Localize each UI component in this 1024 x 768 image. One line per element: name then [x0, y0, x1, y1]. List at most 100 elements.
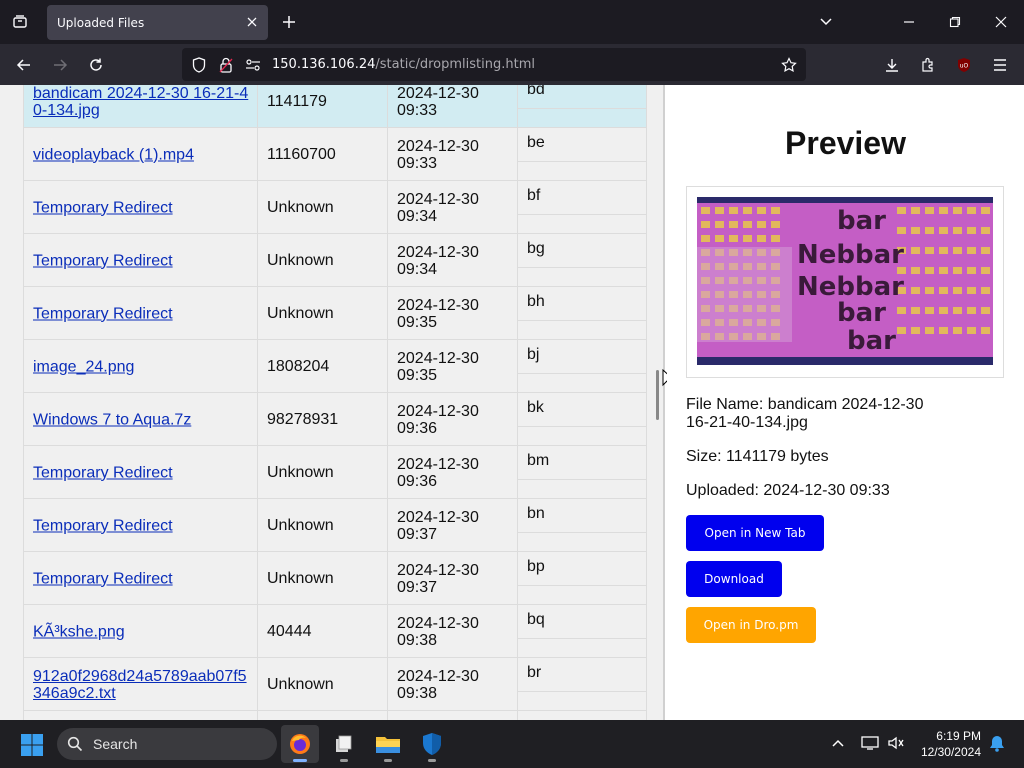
back-icon[interactable] — [11, 52, 37, 78]
table-row[interactable]: KÃ³kshe.png 40444 2024-12-30 09:38 bq — [23, 605, 647, 658]
file-link[interactable]: KÃ³kshe.png — [33, 623, 251, 640]
search-label: Search — [93, 736, 138, 752]
file-size: Unknown — [267, 516, 334, 534]
file-link[interactable]: Temporary Redirect — [33, 199, 251, 216]
file-name-cell: 912a0f2968d24a5789aab07f5346a9c2.txt — [23, 658, 258, 711]
scrollbar-thumb[interactable] — [656, 370, 659, 420]
file-link[interactable]: Temporary Redirect — [33, 252, 251, 269]
file-date: 2024-12-30 09:37 — [397, 561, 479, 596]
file-date: 2024-12-30 09:38 — [397, 614, 479, 649]
taskbar-file-explorer-icon[interactable] — [369, 725, 407, 763]
bookmark-star-icon[interactable] — [780, 56, 798, 74]
volume-muted-icon[interactable] — [885, 732, 907, 754]
shield-icon[interactable] — [190, 56, 208, 74]
windows-start-icon[interactable] — [20, 733, 44, 757]
table-row[interactable]: videoplayback (1).mp4 11160700 2024-12-30 … — [23, 128, 647, 181]
permissions-icon[interactable] — [244, 56, 262, 74]
file-size-cell: 11160700 — [258, 128, 388, 181]
table-row[interactable]: bandicam 2024-12-30 16-21-40-134.jpg 1141… — [23, 85, 647, 128]
running-indicator — [428, 759, 436, 762]
table-row[interactable]: Windows 7 to Aqua.7z 98278931 2024-12-30 0… — [23, 393, 647, 446]
minimize-icon[interactable] — [897, 10, 921, 34]
taskbar-defender-icon[interactable] — [413, 725, 451, 763]
file-date-cell: 2024-12-30 09:36 — [388, 446, 518, 499]
file-link[interactable]: Temporary Redirect — [33, 464, 251, 481]
running-indicator — [384, 759, 392, 762]
file-name-cell: Temporary Redirect — [23, 287, 258, 340]
preview-image[interactable]: bar Nebbar Nebbar bar bar — [697, 197, 993, 365]
file-date: 2024-12-30 09:35 — [397, 349, 479, 384]
taskbar-search-box[interactable]: Search — [57, 728, 277, 760]
table-row[interactable]: image_24.png 1808204 2024-12-30 09:35 bj — [23, 340, 647, 393]
lock-insecure-icon[interactable] — [217, 56, 235, 74]
menu-hamburger-icon[interactable] — [987, 52, 1013, 78]
file-code-cell: bg — [518, 234, 647, 287]
file-code-box: be — [518, 128, 647, 162]
open-dropm-button[interactable]: Open in Dro.pm — [686, 607, 816, 643]
url-bar[interactable]: 150.136.106.24/static/dropmlisting.html — [182, 48, 806, 81]
close-tab-icon[interactable] — [244, 14, 260, 30]
file-link[interactable]: Windows 7 to Aqua.7z — [33, 411, 251, 428]
file-name-cell: image_24.png — [23, 340, 258, 393]
file-code-box: bm — [518, 446, 647, 480]
browser-titlebar: Uploaded Files — [0, 0, 1024, 44]
restore-icon[interactable] — [943, 10, 967, 34]
file-code: be — [527, 134, 545, 151]
table-row[interactable]: Temporary Redirect Unknown 2024-12-30 09:3… — [23, 234, 647, 287]
preview-image-word: Nebbar — [797, 240, 904, 270]
file-code-box: bg — [518, 234, 647, 268]
taskbar-firefox-icon[interactable] — [281, 725, 319, 763]
url-host: 150.136.106.24 — [272, 57, 376, 72]
file-link[interactable]: videoplayback (1).mp4 — [33, 146, 251, 163]
clock-time: 6:19 PM — [936, 729, 981, 743]
tab-list-icon[interactable] — [8, 10, 32, 34]
file-code-cell: be — [518, 128, 647, 181]
file-date: 2024-12-30 09:38 — [397, 667, 479, 702]
preview-size: Size: 1141179 bytes — [686, 448, 829, 465]
file-link[interactable]: Temporary Redirect — [33, 570, 251, 587]
file-size-cell: Unknown — [258, 552, 388, 605]
table-row[interactable]: Temporary Redirect Unknown 2024-12-30 09:3… — [23, 552, 647, 605]
chevron-up-icon[interactable] — [827, 732, 849, 754]
notification-bell-icon[interactable] — [986, 732, 1008, 754]
file-size: 1808204 — [267, 357, 330, 375]
file-link[interactable]: Temporary Redirect — [33, 305, 251, 322]
file-link[interactable]: Temporary Redirect — [33, 517, 251, 534]
reload-icon[interactable] — [83, 52, 109, 78]
file-size: Unknown — [267, 251, 334, 269]
file-code: bh — [527, 293, 545, 310]
close-window-icon[interactable] — [989, 10, 1013, 34]
new-tab-icon[interactable] — [278, 11, 300, 33]
chevron-down-icon[interactable] — [814, 10, 838, 34]
open-new-tab-button[interactable]: Open in New Tab — [686, 515, 824, 551]
table-row[interactable]: Temporary Redirect Unknown 2024-12-30 09:3… — [23, 446, 647, 499]
file-code-cell: br — [518, 658, 647, 711]
table-row[interactable]: Temporary Redirect Unknown 2024-12-30 09:3… — [23, 287, 647, 340]
preview-image-word: bar — [837, 206, 886, 236]
ublock-icon[interactable]: uO — [951, 52, 977, 78]
taskbar-files-icon[interactable] — [325, 725, 363, 763]
file-name-cell: Temporary Redirect — [23, 446, 258, 499]
file-size-cell: Unknown — [258, 446, 388, 499]
preview-image-word: bar — [837, 298, 886, 328]
downloads-icon[interactable] — [879, 52, 905, 78]
network-icon[interactable] — [859, 732, 881, 754]
file-size-cell: 1141179 — [258, 85, 388, 128]
file-link[interactable]: bandicam 2024-12-30 16-21-40-134.jpg — [33, 85, 251, 119]
file-link[interactable]: image_24.png — [33, 358, 251, 375]
forward-icon[interactable] — [47, 52, 73, 78]
file-link[interactable]: 912a0f2968d24a5789aab07f5346a9c2.txt — [33, 668, 251, 702]
table-row[interactable]: Temporary Redirect Unknown 2024-12-30 09:3… — [23, 499, 647, 552]
table-row[interactable]: Temporary Redirect Unknown 2024-12-30 09:3… — [23, 181, 647, 234]
taskbar-clock[interactable]: 6:19 PM 12/30/2024 — [915, 728, 981, 760]
file-code: bk — [527, 399, 544, 416]
table-row[interactable] — [23, 711, 647, 720]
file-code-cell: bh — [518, 287, 647, 340]
file-date-cell: 2024-12-30 09:37 — [388, 499, 518, 552]
table-row[interactable]: 912a0f2968d24a5789aab07f5346a9c2.txt Unkn… — [23, 658, 647, 711]
download-button[interactable]: Download — [686, 561, 782, 597]
extensions-icon[interactable] — [915, 52, 941, 78]
tab-uploaded-files[interactable]: Uploaded Files — [47, 5, 268, 40]
file-date-cell — [388, 711, 518, 720]
file-code-cell: bf — [518, 181, 647, 234]
